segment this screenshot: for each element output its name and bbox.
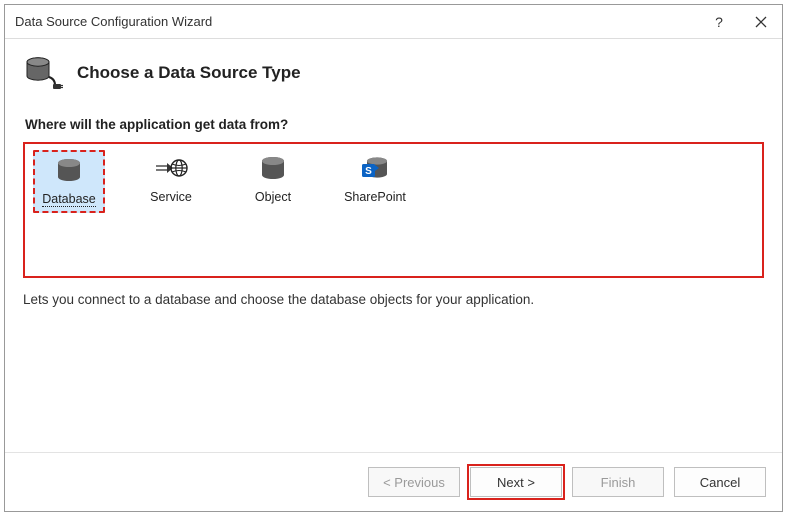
option-label: Object	[255, 190, 291, 204]
option-description: Lets you connect to a database and choos…	[23, 292, 764, 307]
object-icon	[253, 152, 293, 186]
option-sharepoint[interactable]: S SharePoint	[339, 150, 411, 208]
svg-text:S: S	[365, 166, 372, 177]
service-icon	[151, 152, 191, 186]
database-icon	[49, 154, 89, 188]
option-label: Service	[150, 190, 192, 204]
next-button[interactable]: Next >	[470, 467, 562, 497]
help-button[interactable]: ?	[698, 5, 740, 39]
cancel-button[interactable]: Cancel	[674, 467, 766, 497]
wizard-window: Data Source Configuration Wizard ? Choos…	[4, 4, 783, 512]
wizard-footer: < Previous Next > Finish Cancel	[5, 452, 782, 511]
wizard-heading: Choose a Data Source Type	[77, 63, 301, 83]
wizard-body: Where will the application get data from…	[5, 111, 782, 452]
window-title: Data Source Configuration Wizard	[15, 14, 698, 29]
titlebar: Data Source Configuration Wizard ?	[5, 5, 782, 39]
datasource-options: Database Service	[23, 142, 764, 278]
option-label: SharePoint	[344, 190, 406, 204]
datasource-plug-icon	[23, 53, 63, 93]
option-object[interactable]: Object	[237, 150, 309, 208]
option-service[interactable]: Service	[135, 150, 207, 208]
wizard-header: Choose a Data Source Type	[5, 39, 782, 111]
option-database[interactable]: Database	[33, 150, 105, 213]
close-icon	[755, 16, 767, 28]
option-label: Database	[42, 192, 96, 207]
previous-button: < Previous	[368, 467, 460, 497]
finish-button: Finish	[572, 467, 664, 497]
sharepoint-icon: S	[355, 152, 395, 186]
close-button[interactable]	[740, 5, 782, 39]
prompt-text: Where will the application get data from…	[25, 117, 764, 132]
